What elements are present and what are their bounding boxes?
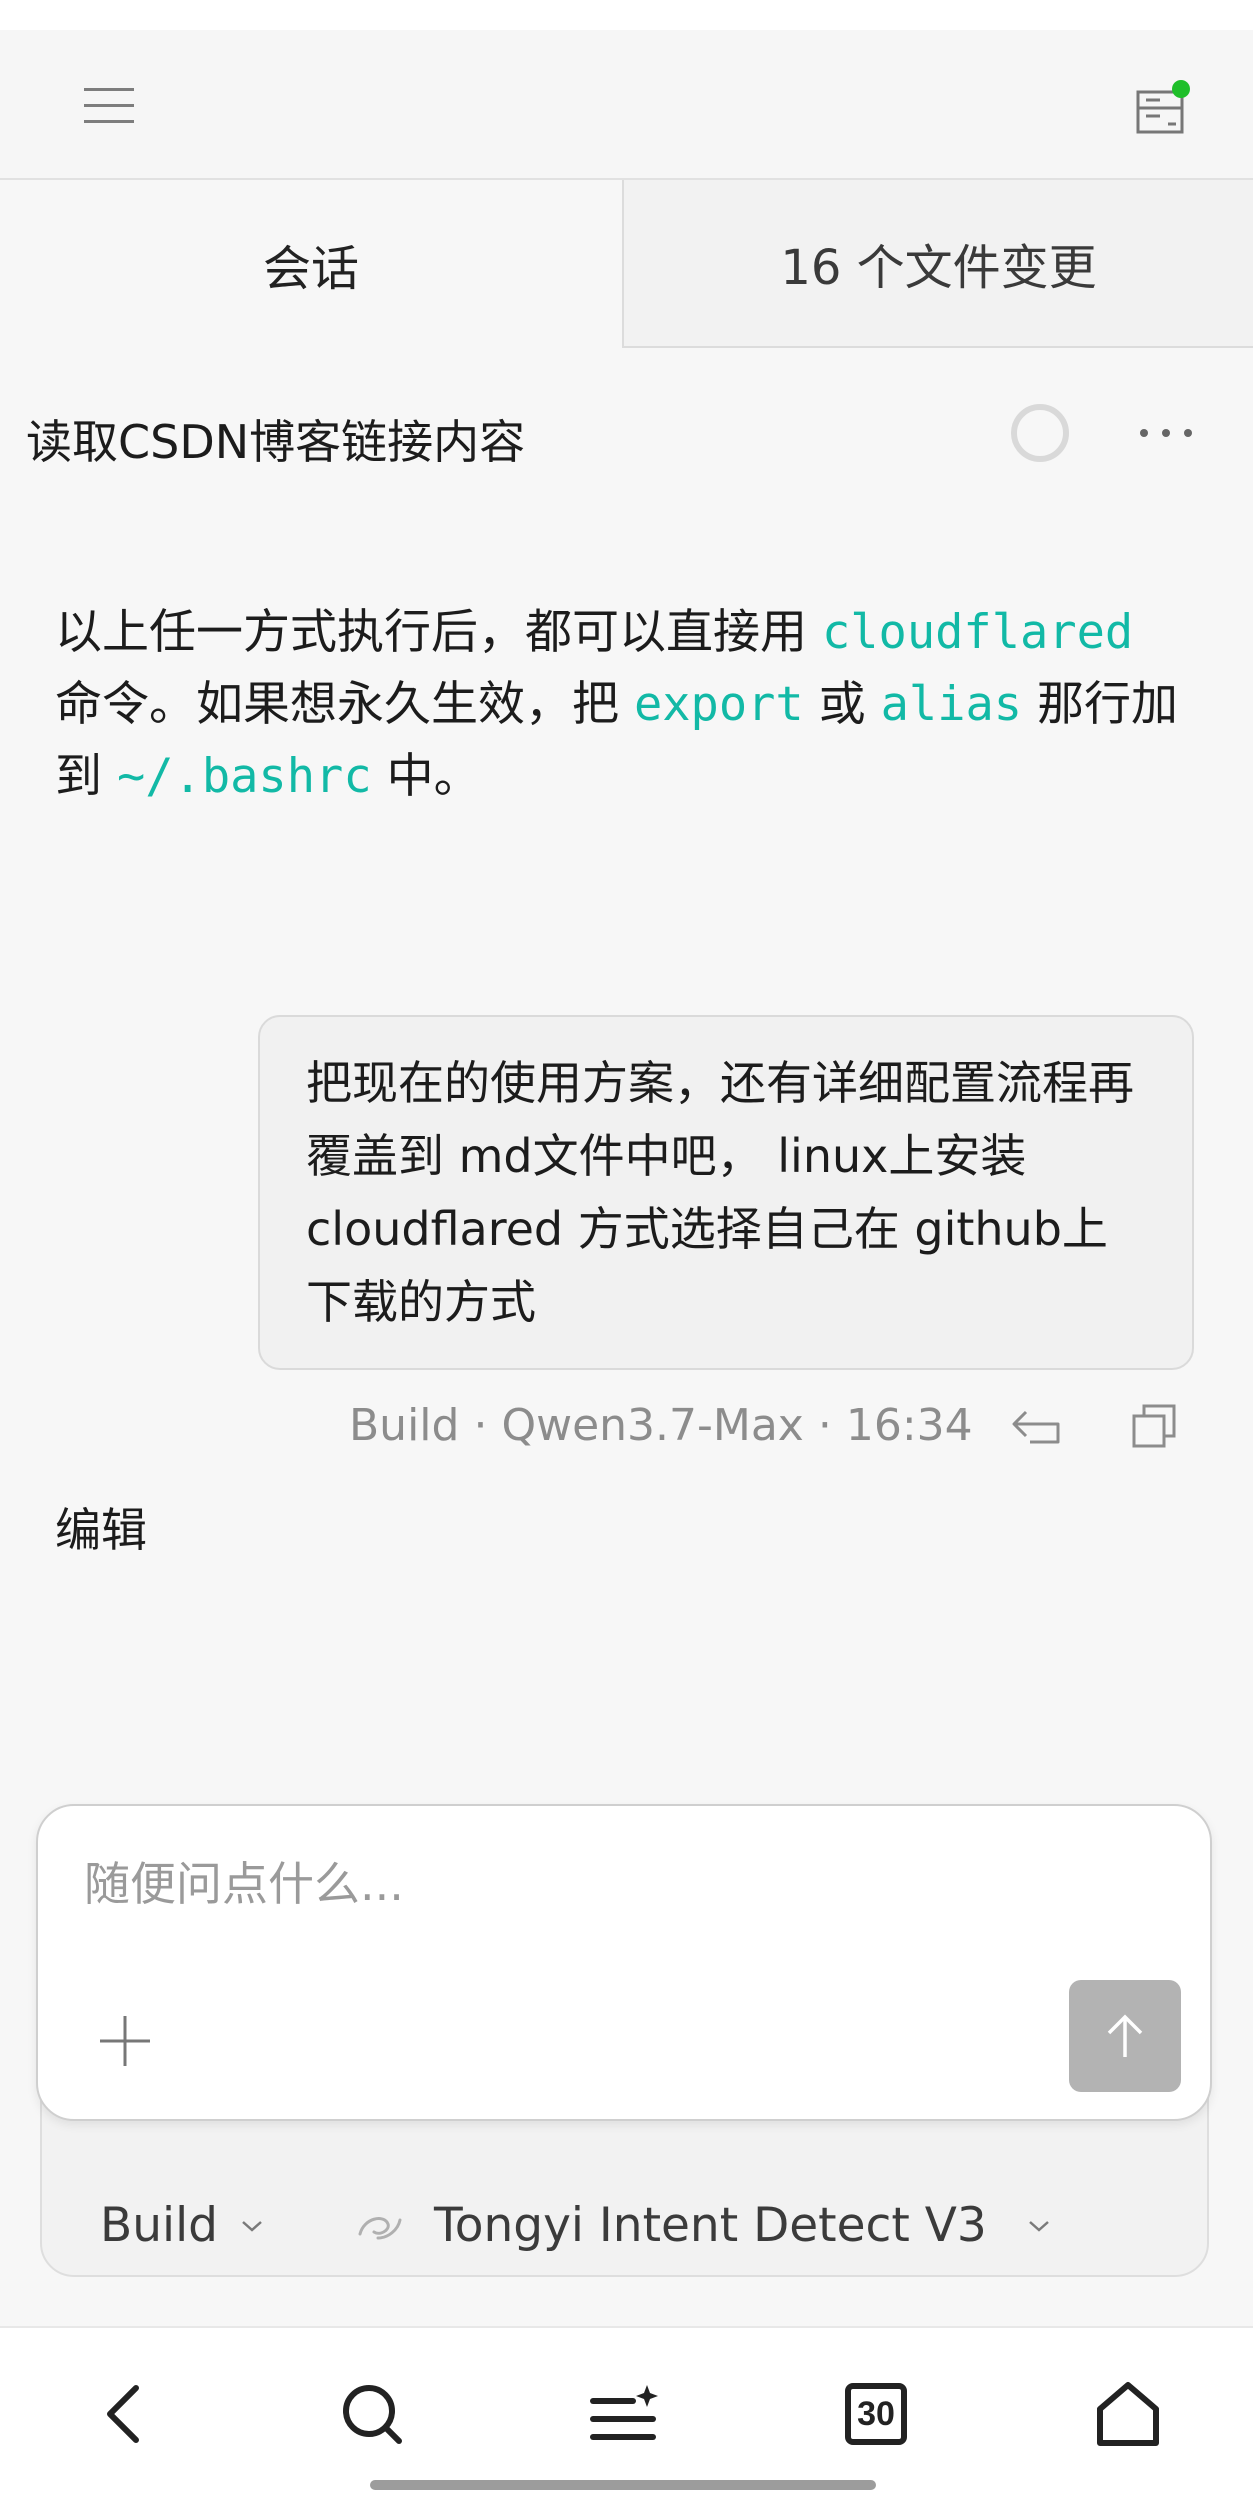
plus-icon[interactable] [96,2012,154,2070]
home-indicator[interactable] [370,2480,876,2490]
session-header: 读取CSDN博客链接内容 [0,360,1253,500]
assistant-text-5: 中。 [371,749,481,804]
meta-agent: Build [349,1399,460,1451]
file-tree-icon[interactable] [1132,78,1192,138]
send-button[interactable] [1069,1980,1181,2092]
message-input[interactable] [84,1846,1164,1922]
calendar-icon: 30 [845,2383,907,2445]
top-bar [0,30,1253,180]
message-meta: Build · Qwen3.7-Max · 16:34 [349,1392,973,1458]
chevron-down-icon [1028,2220,1049,2232]
meta-time: 16:34 [845,1399,973,1451]
user-message-text: 把现在的使用方案，还有详细配置流程再覆盖到 md文件中吧， linux上安装 c… [306,1056,1134,1329]
tab-list-button[interactable] [582,2372,666,2456]
hamburger-menu-icon[interactable] [84,88,134,124]
home-icon [1097,2382,1159,2446]
search-icon [343,2385,402,2444]
model-selector[interactable]: Tongyi Intent Detect V3 [354,2198,1051,2253]
tab-session-label: 会话 [262,241,359,297]
meta-model: Qwen3.7-Max [501,1399,804,1451]
tab-file-changes-label: 16 个文件变更 [780,240,1097,296]
copy-icon[interactable] [1130,1402,1178,1450]
more-horizontal-icon[interactable] [1138,426,1194,440]
user-message-bubble: 把现在的使用方案，还有详细配置流程再覆盖到 md文件中吧， linux上安装 c… [258,1015,1194,1370]
notification-dot [1172,80,1190,98]
session-title: 读取CSDN博客链接内容 [26,415,526,469]
edit-label[interactable]: 编辑 [55,1494,147,1560]
assistant-text-3: 或 [803,677,881,732]
home-button[interactable] [1086,2372,1170,2456]
tongyi-logo-icon [358,2216,402,2239]
calendar-button[interactable]: 30 [834,2372,918,2456]
status-strip [0,0,1253,30]
inline-code-bashrc: ~/.bashrc [116,749,372,804]
view-tabs: 会话 16 个文件变更 [0,180,1253,348]
arrow-up-icon [1107,2014,1143,2057]
app-screen: 会话 16 个文件变更 读取CSDN博客链接内容 以上任一方式执行后，都可以直接… [0,0,1253,2498]
browser-bottom-nav: 30 [0,2326,1253,2498]
chevron-down-icon [242,2220,262,2232]
assistant-text-2: 命令。如果想永久生效，把 [55,677,634,732]
tab-file-changes[interactable]: 16 个文件变更 [622,180,1253,348]
inline-code-export: export [633,677,804,732]
meta-separator: · [473,1399,488,1451]
reply-icon[interactable] [1010,1404,1062,1448]
agent-selector[interactable]: Build [100,2198,264,2253]
assistant-text-1: 以上任一方式执行后，都可以直接用 [55,605,822,660]
search-button[interactable] [330,2372,414,2456]
message-composer [36,1804,1212,2121]
back-button[interactable] [80,2372,164,2456]
inline-code-cloudflared: cloudflared [821,605,1134,660]
tab-session[interactable]: 会话 [0,180,622,348]
back-arrow-icon [107,2385,139,2443]
assistant-message: 以上任一方式执行后，都可以直接用 cloudflared 命令。如果想永久生效，把… [55,597,1185,813]
agent-selector-label: Build [100,2198,218,2253]
list-sparkle-icon [590,2385,658,2440]
model-selector-label: Tongyi Intent Detect V3 [434,2198,987,2253]
inline-code-alias: alias [880,677,1023,732]
loading-spinner-icon [1011,404,1069,462]
meta-separator: · [817,1399,832,1451]
